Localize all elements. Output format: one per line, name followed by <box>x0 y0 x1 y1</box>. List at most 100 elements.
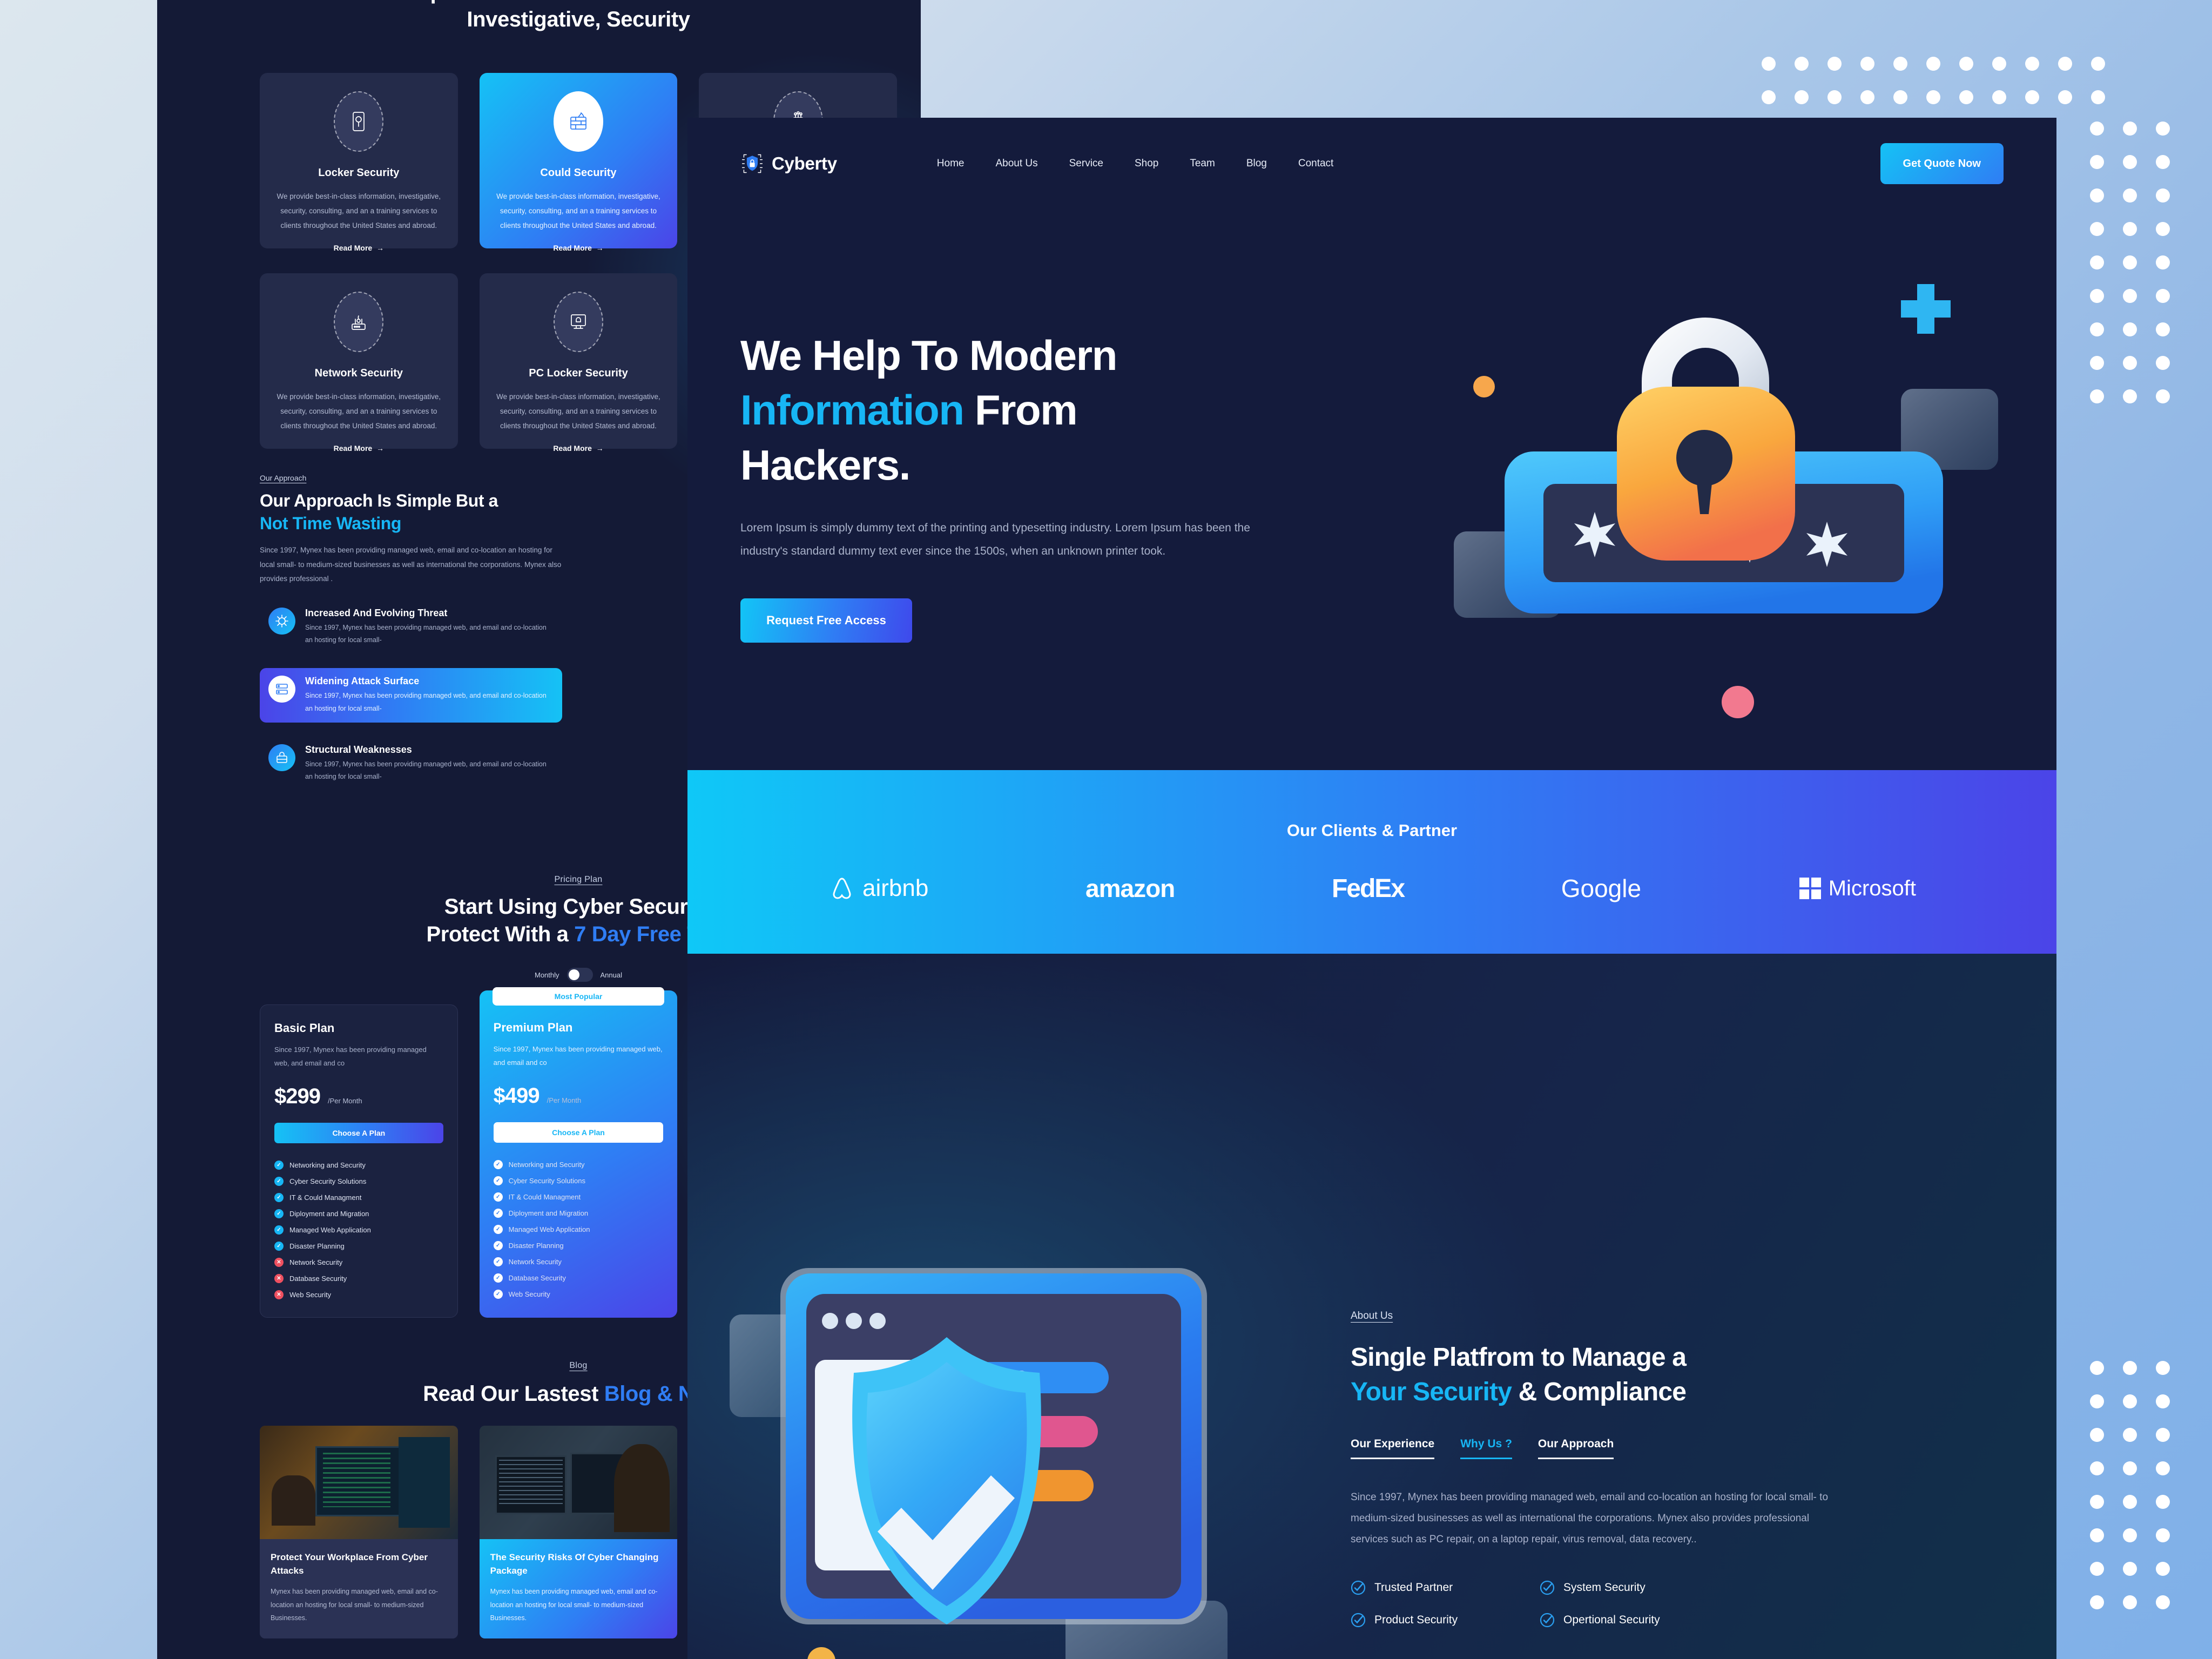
pricing-card[interactable]: Most Popular Premium Plan Since 1997, My… <box>479 987 678 1318</box>
about-chip: Opertional Security <box>1540 1613 1729 1628</box>
plan-feature-label: Disaster Planning <box>289 1242 345 1251</box>
plan-feature: ✓ Managed Web Application <box>493 1222 664 1238</box>
plan-feature: ✓ Managed Web Application <box>274 1222 443 1238</box>
services-title-line2: Investigative, Security <box>467 8 690 32</box>
check-icon: ✓ <box>274 1177 284 1186</box>
about-tabs: Our Experience Why Us ? Our Approach <box>1351 1438 1837 1459</box>
plan-feature-label: Disaster Planning <box>508 1242 564 1250</box>
clients-title: Our Clients & Partner <box>1286 820 1458 840</box>
approach-item-desc: Since 1997, Mynex has been providing man… <box>305 692 547 712</box>
about-chip-label: System Security <box>1563 1581 1645 1594</box>
plan-feature: ✕ Network Security <box>274 1255 443 1271</box>
billing-toggle[interactable] <box>567 968 593 982</box>
service-card[interactable]: Network Security We provide best-in-clas… <box>260 273 458 453</box>
check-icon: ✓ <box>493 1225 503 1235</box>
plan-feature: ✓ Diployment and Migration <box>274 1206 443 1222</box>
service-icon-wrap <box>334 91 384 152</box>
request-free-access-button[interactable]: Request Free Access <box>740 598 912 643</box>
desktop-lock-icon <box>571 314 586 329</box>
plan-feature-label: Network Security <box>289 1258 343 1267</box>
about-illustration <box>720 1235 1260 1659</box>
approach-item[interactable]: Structural Weaknesses Since 1997, Mynex … <box>260 737 562 791</box>
choose-plan-button[interactable]: Choose A Plan <box>493 1122 664 1143</box>
approach-paragraph: Since 1997, Mynex has been providing man… <box>260 546 562 583</box>
service-card-title: PC Locker Security <box>529 367 628 379</box>
plan-price-row: $499/Per Month <box>494 1084 664 1108</box>
approach-item-list: Increased And Evolving Threat Since 1997… <box>260 600 562 791</box>
nav-item-blog[interactable]: Blog <box>1246 158 1267 170</box>
about-chip-label: Trusted Partner <box>1374 1581 1453 1594</box>
plan-feature-list: ✓ Networking and Security ✓ Cyber Securi… <box>493 1157 664 1303</box>
service-icon-wrap <box>553 292 603 352</box>
nav-item-shop[interactable]: Shop <box>1135 158 1158 170</box>
plan-period: /Per Month <box>547 1096 582 1104</box>
plan-feature: ✓ Disaster Planning <box>493 1238 664 1254</box>
service-card-desc: We provide best-in-class information, in… <box>496 393 660 430</box>
about-chip: Product Security <box>1351 1613 1540 1628</box>
blog-card[interactable]: Protect Your Workplace From Cyber Attack… <box>260 1426 458 1639</box>
nav-item-home[interactable]: Home <box>937 158 965 170</box>
approach-item[interactable]: Widening Attack Surface Since 1997, Myne… <box>260 668 562 723</box>
nav-item-service[interactable]: Service <box>1069 158 1103 170</box>
get-quote-button[interactable]: Get Quote Now <box>1880 143 2004 184</box>
services-heading: We provide best-in-class Information Inv… <box>260 0 897 33</box>
approach-item-icon <box>268 676 295 703</box>
check-icon: ✓ <box>274 1193 284 1203</box>
check-icon: ✓ <box>493 1257 503 1267</box>
choose-plan-button[interactable]: Choose A Plan <box>274 1122 443 1143</box>
service-read-more-link[interactable]: Read More → <box>274 244 444 252</box>
virus-icon <box>275 615 288 628</box>
client-logo-fedex: FedEx <box>1331 874 1405 903</box>
blog-card[interactable]: The Security Risks Of Cyber Changing Pac… <box>479 1426 678 1639</box>
hero-title-accent: Information <box>740 386 965 434</box>
toggle-knob <box>568 969 579 981</box>
service-card[interactable]: PC Locker Security We provide best-in-cl… <box>479 273 678 453</box>
about-tab-our-experience[interactable]: Our Experience <box>1351 1438 1435 1459</box>
about-title: Single Platfrom to Manage a Your Securit… <box>1351 1340 1837 1410</box>
blog-title: The Security Risks Of Cyber Changing Pac… <box>490 1552 659 1576</box>
plan-feature-list: ✓ Networking and Security ✓ Cyber Securi… <box>274 1157 443 1303</box>
approach-item-desc: Since 1997, Mynex has been providing man… <box>305 760 547 780</box>
service-read-more-link[interactable]: Read More → <box>274 444 444 453</box>
nav-item-contact[interactable]: Contact <box>1298 158 1333 170</box>
pricing-card[interactable]: Basic Plan Since 1997, Mynex has been pr… <box>260 1004 458 1318</box>
brand-logo[interactable]: Cyberty <box>740 152 837 176</box>
service-read-more-link[interactable]: Read More → <box>494 444 664 453</box>
check-circle-icon <box>1540 1613 1555 1628</box>
cross-icon: ✕ <box>274 1258 284 1267</box>
blog-title-pre: Read Our Lastest <box>423 1382 604 1406</box>
plan-feature: ✓ Disaster Planning <box>274 1238 443 1255</box>
blog-desc: Mynex has been providing managed web, em… <box>490 1588 658 1622</box>
check-icon: ✓ <box>493 1209 503 1218</box>
hero-paragraph: Lorem Ipsum is simply dummy text of the … <box>740 522 1250 558</box>
plan-price-row: $299/Per Month <box>274 1084 443 1109</box>
plan-desc: Since 1997, Mynex has been providing man… <box>274 1046 427 1068</box>
most-popular-badge: Most Popular <box>492 987 665 1006</box>
service-card[interactable]: Locker Security We provide best-in-class… <box>260 73 458 252</box>
about-chip: System Security <box>1540 1580 1729 1595</box>
service-card[interactable]: Could Security We provide best-in-class … <box>479 73 678 252</box>
approach-eyebrow: Our Approach <box>260 474 307 482</box>
service-read-more-link[interactable]: Read More → <box>494 244 664 252</box>
service-icon-wrap <box>334 292 384 352</box>
about-tab-why-us-[interactable]: Why Us ? <box>1460 1438 1512 1459</box>
approach-item[interactable]: Increased And Evolving Threat Since 1997… <box>260 600 562 654</box>
service-card-title: Locker Security <box>318 167 400 179</box>
about-chip-label: Product Security <box>1374 1614 1458 1627</box>
hero-title-line2-rest: From <box>963 386 1078 434</box>
approach-item-icon <box>268 608 295 635</box>
plan-feature: ✓ Database Security <box>493 1270 664 1286</box>
plan-feature: ✓ Networking and Security <box>274 1157 443 1174</box>
plan-feature: ✓ Diployment and Migration <box>493 1205 664 1222</box>
plan-feature-label: Cyber Security Solutions <box>508 1177 585 1185</box>
plan-feature-label: Network Security <box>508 1258 562 1266</box>
phone-lock-icon <box>353 112 365 131</box>
about-section: About Us Single Platfrom to Manage a You… <box>687 954 2056 1659</box>
nav-item-about-us[interactable]: About Us <box>995 158 1037 170</box>
about-copy: About Us Single Platfrom to Manage a You… <box>1351 1310 1837 1628</box>
hero-title-line3: Hackers. <box>740 441 911 489</box>
approach-item-title: Widening Attack Surface <box>305 676 420 687</box>
cross-icon: ✕ <box>274 1274 284 1284</box>
nav-item-team[interactable]: Team <box>1190 158 1215 170</box>
about-tab-our-approach[interactable]: Our Approach <box>1537 1438 1614 1459</box>
